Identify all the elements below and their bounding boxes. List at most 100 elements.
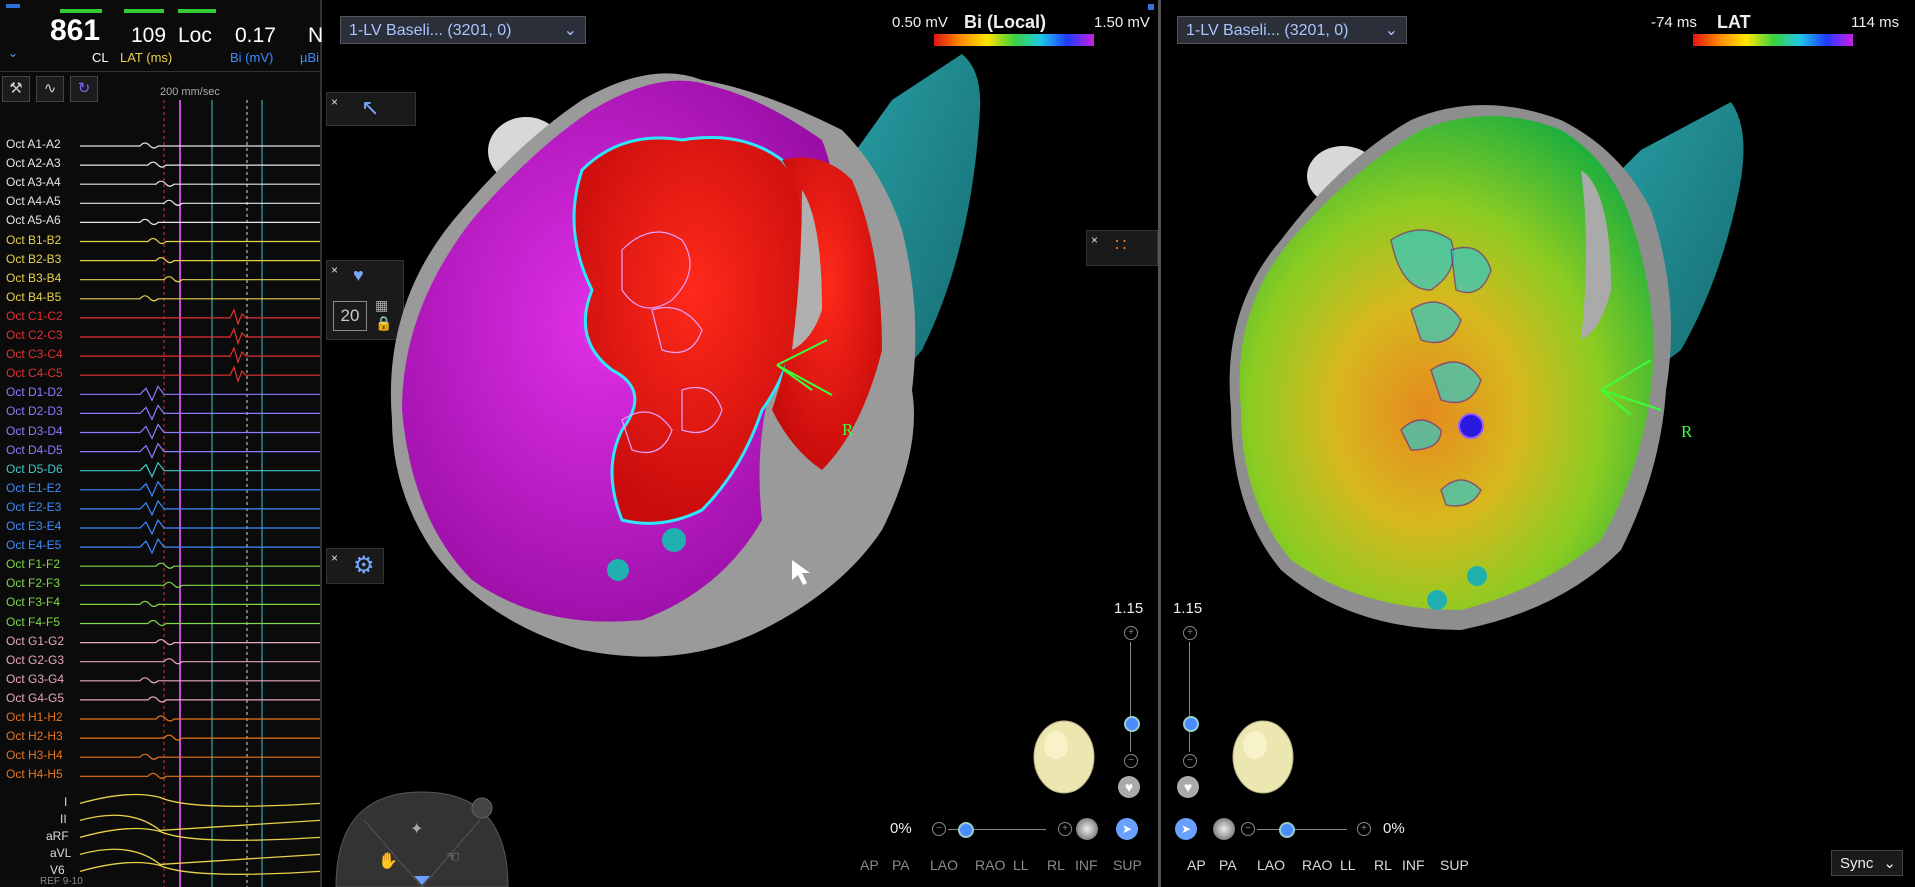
chevron-down-icon[interactable]: ⌄ [8,46,18,60]
radial-menu[interactable]: ✋ ✦ ☜ [334,790,510,887]
zoom-out-button[interactable]: − [1124,754,1138,768]
view-button-ll[interactable]: LL [1340,857,1356,873]
pointer-icon[interactable]: ☜ [446,849,460,866]
heart-view-button[interactable]: ♥ [1118,776,1140,798]
view-button-pa[interactable]: PA [1219,857,1237,873]
view-button-rao[interactable]: RAO [975,857,1005,873]
channel-label[interactable]: Oct E4-E5 [6,538,61,552]
view-button-ap[interactable]: AP [860,857,879,873]
ecg-lead-label[interactable]: aRF [46,829,69,843]
wand-icon[interactable]: ✦ [410,821,423,838]
channel-label[interactable]: Oct F2-F3 [6,576,60,590]
zoom-in-button[interactable]: + [1183,626,1197,640]
view-button-rao[interactable]: RAO [1302,857,1332,873]
channel-label[interactable]: Oct H3-H4 [6,748,63,762]
view-button-sup[interactable]: SUP [1440,857,1469,873]
channel-label[interactable]: Oct C2-C3 [6,328,63,342]
sweep-speed: 200 mm/sec [160,86,220,98]
zoom-slider-track[interactable] [1130,642,1131,752]
channel-label[interactable]: Oct C4-C5 [6,366,63,380]
channel-label[interactable]: Oct A3-A4 [6,175,61,189]
colorbar-max-label: 114 ms [1851,14,1900,31]
shading-button[interactable] [1213,818,1235,840]
channel-label[interactable]: Oct E2-E3 [6,500,61,514]
egm-trace [80,161,320,168]
transparency-decrease-button[interactable]: − [1241,822,1255,836]
channel-label[interactable]: Oct D3-D4 [6,424,63,438]
transparency-increase-button[interactable]: + [1357,822,1371,836]
view-button-lao[interactable]: LAO [1257,857,1285,873]
heart-view-button[interactable]: ♥ [1177,776,1199,798]
refresh-icon[interactable]: ↻ [70,76,98,102]
transparency-slider-thumb[interactable] [1279,822,1295,838]
transparency-slider-track[interactable] [1257,829,1347,830]
shading-button[interactable] [1076,818,1098,840]
channel-label[interactable]: Oct G2-G3 [6,653,64,667]
view-button-inf[interactable]: INF [1075,857,1098,873]
egm-trace [80,619,320,627]
zoom-slider-track[interactable] [1189,642,1190,752]
channel-label[interactable]: Oct A1-A2 [6,137,61,151]
channel-label[interactable]: Oct F1-F2 [6,557,60,571]
zoom-in-button[interactable]: + [1124,626,1138,640]
map-selector-dropdown[interactable]: 1-LV Baseli... (3201, 0) ⌄ [340,16,586,44]
channel-label[interactable]: Oct F3-F4 [6,595,60,609]
zoom-slider-thumb[interactable] [1124,716,1140,732]
hammer-icon[interactable]: ⚒ [2,76,30,102]
channel-label[interactable]: Oct D1-D2 [6,385,63,399]
hand-icon[interactable]: ✋ [378,851,398,870]
channel-label[interactable]: Oct D2-D3 [6,404,63,418]
channel-label[interactable]: Oct E1-E2 [6,481,61,495]
ecg-lead-label[interactable]: II [60,812,67,826]
earliest-activation-site [1458,413,1484,439]
view-button-ap[interactable]: AP [1187,857,1206,873]
sync-dropdown[interactable]: Sync ⌄ [1831,850,1903,876]
heart-orientation-icon[interactable] [1026,715,1102,799]
channel-label[interactable]: Oct B3-B4 [6,271,61,285]
channel-label[interactable]: Oct E3-E4 [6,519,61,533]
channel-label[interactable]: Oct C1-C2 [6,309,63,323]
channel-label[interactable]: Oct B4-B5 [6,290,61,304]
ecg-trace [79,793,320,807]
ecg-lead-label[interactable]: aVL [50,846,71,860]
view-button-pa[interactable]: PA [892,857,910,873]
transparency-decrease-button[interactable]: − [932,822,946,836]
heart-orientation-icon[interactable] [1225,715,1301,799]
transparency-increase-button[interactable]: + [1058,822,1072,836]
egm-trace [80,442,320,460]
channel-label[interactable]: Oct B1-B2 [6,233,61,247]
channel-label[interactable]: Oct G1-G2 [6,634,64,648]
egm-trace [80,327,320,345]
view-button-ll[interactable]: LL [1013,857,1029,873]
channel-label[interactable]: Oct D5-D6 [6,462,63,476]
transparency-slider-thumb[interactable] [958,822,974,838]
map-selector-dropdown[interactable]: 1-LV Baseli... (3201, 0) ⌄ [1177,16,1407,44]
channel-label[interactable]: Oct A2-A3 [6,156,61,170]
egm-trace [80,772,320,779]
window-indicator [1148,4,1154,10]
zoom-slider-thumb[interactable] [1183,716,1199,732]
view-button-rl[interactable]: RL [1374,857,1392,873]
channel-label[interactable]: Oct H2-H3 [6,729,63,743]
channel-label[interactable]: Oct B2-B3 [6,252,61,266]
channel-label[interactable]: Oct A5-A6 [6,213,61,227]
channel-label[interactable]: Oct H1-H2 [6,710,63,724]
view-button-sup[interactable]: SUP [1113,857,1142,873]
bipolar-voltage-map[interactable]: R [322,50,1158,780]
waveform-icon[interactable]: ∿ [36,76,64,102]
channel-label[interactable]: Oct D4-D5 [6,443,63,457]
channel-label[interactable]: Oct F4-F5 [6,615,60,629]
zoom-out-button[interactable]: − [1183,754,1197,768]
channel-label[interactable]: Oct H4-H5 [6,767,63,781]
channel-label[interactable]: Oct C3-C4 [6,347,63,361]
lat-activation-map[interactable]: R [1161,50,1915,750]
catheter-view-button[interactable]: ➤ [1116,818,1138,840]
channel-label[interactable]: Oct A4-A5 [6,194,61,208]
channel-label[interactable]: Oct G3-G4 [6,672,64,686]
catheter-view-button[interactable]: ➤ [1175,818,1197,840]
view-button-lao[interactable]: LAO [930,857,958,873]
ecg-lead-label[interactable]: I [64,795,67,809]
channel-label[interactable]: Oct G4-G5 [6,691,64,705]
view-button-inf[interactable]: INF [1402,857,1425,873]
view-button-rl[interactable]: RL [1047,857,1065,873]
